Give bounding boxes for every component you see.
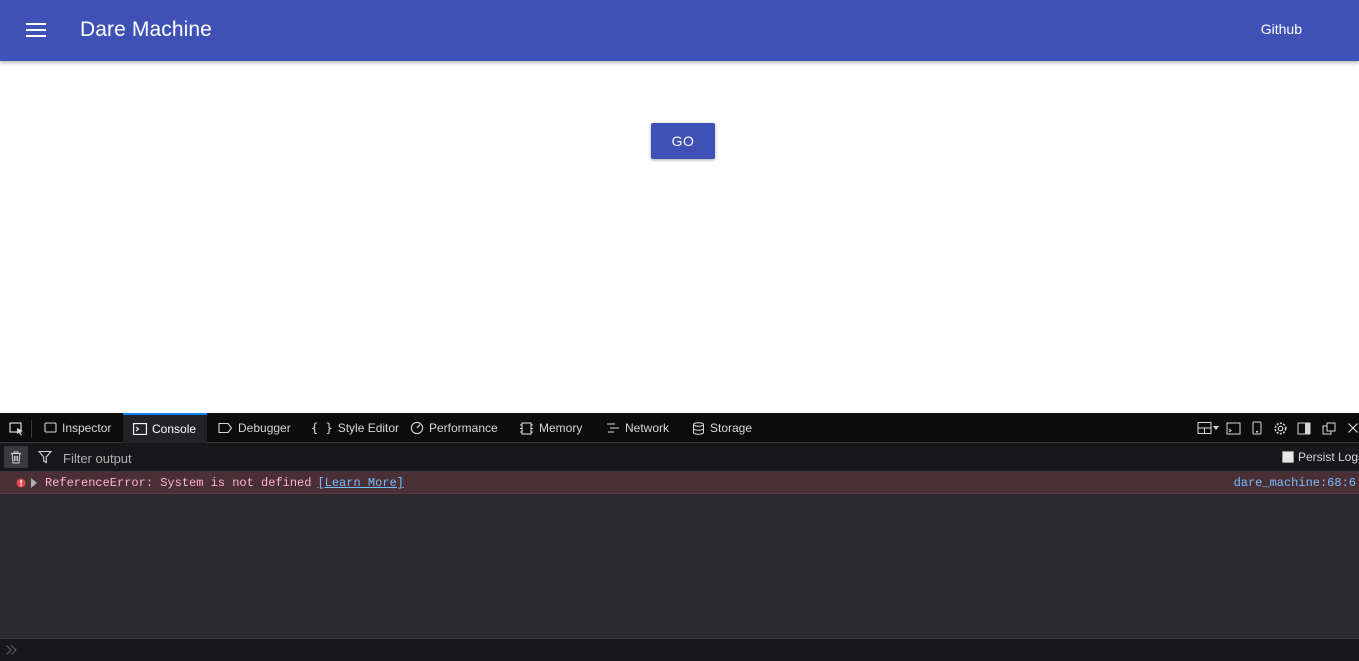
tab-network-label: Network <box>625 421 670 435</box>
tab-memory[interactable]: Memory <box>519 413 582 443</box>
responsive-design-icon <box>1252 421 1262 435</box>
close-icon <box>1347 423 1358 433</box>
clear-console-button[interactable] <box>4 446 28 468</box>
gear-icon <box>1274 422 1286 434</box>
performance-icon <box>410 421 424 435</box>
debugger-icon <box>218 422 233 434</box>
tab-inspector[interactable]: Inspector <box>44 413 111 443</box>
memory-icon <box>520 421 533 435</box>
console-js-input[interactable] <box>22 640 1342 660</box>
filter-icon <box>38 450 52 464</box>
tab-inspector-label: Inspector <box>62 421 112 435</box>
page-content: GO <box>0 61 1359 413</box>
tab-network[interactable]: Network <box>606 413 669 443</box>
chevron-double-right-icon <box>6 645 17 655</box>
error-message: ReferenceError: System is not defined <box>45 476 312 490</box>
menu-button[interactable] <box>20 14 52 46</box>
tab-debugger-label: Debugger <box>238 421 291 435</box>
console-input-row <box>0 638 1359 661</box>
error-source-file: dare_machine <box>1233 476 1320 490</box>
inspector-icon <box>44 422 57 433</box>
tab-style-editor-label: Style Editor <box>337 421 400 435</box>
app-title: Dare Machine <box>80 18 212 41</box>
tab-storage[interactable]: Storage <box>692 413 752 443</box>
element-picker-icon <box>8 422 23 436</box>
console-icon <box>133 423 147 435</box>
error-message-text: ReferenceError: System is not defined [Le… <box>45 472 404 494</box>
error-source-link[interactable]: dare_machine:68:6 <box>1234 472 1356 494</box>
tab-storage-label: Storage <box>710 421 753 435</box>
storage-icon <box>693 421 704 435</box>
trash-icon <box>11 451 21 463</box>
expand-arrow-icon[interactable] <box>31 478 37 488</box>
tab-console[interactable]: Console <box>123 413 207 443</box>
split-console-icon <box>1226 422 1240 434</box>
console-message-error: ReferenceError: System is not defined [Le… <box>0 472 1359 494</box>
persist-logs-checkbox[interactable]: Persist Logs <box>1282 450 1359 464</box>
error-icon <box>16 478 26 488</box>
error-source-line: :68:6 <box>1319 476 1356 490</box>
separate-window-icon <box>1322 422 1336 434</box>
console-output: ReferenceError: System is not defined [Le… <box>0 472 1359 638</box>
tab-performance[interactable]: Performance <box>410 413 498 443</box>
style-editor-icon: { } <box>311 421 333 435</box>
frame-select-button[interactable] <box>1197 420 1221 436</box>
element-picker-button[interactable] <box>6 420 32 438</box>
dock-side-icon <box>1297 422 1311 434</box>
devtools-panel: Inspector Console Debugger { } Style Edi… <box>0 413 1359 661</box>
filter-output-input[interactable] <box>58 447 1258 469</box>
dock-side-button[interactable] <box>1297 420 1311 436</box>
persist-logs-box[interactable] <box>1282 451 1294 463</box>
app-bar: Dare Machine Github <box>0 0 1359 61</box>
tab-memory-label: Memory <box>539 421 583 435</box>
layout-dropdown-icon <box>1197 422 1219 434</box>
tab-debugger[interactable]: Debugger <box>218 413 291 443</box>
responsive-design-button[interactable] <box>1251 420 1263 436</box>
tab-style-editor[interactable]: { } Style Editor <box>311 413 399 443</box>
go-button[interactable]: GO <box>651 123 715 159</box>
github-link[interactable]: Github <box>1261 20 1302 38</box>
tab-console-label: Console <box>152 422 197 436</box>
separate-window-button[interactable] <box>1322 420 1336 436</box>
devtools-tab-bar: Inspector Console Debugger { } Style Edi… <box>0 413 1359 443</box>
learn-more-link[interactable]: [Learn More] <box>317 476 403 490</box>
settings-button[interactable] <box>1272 420 1288 436</box>
network-icon <box>607 423 619 433</box>
tab-performance-label: Performance <box>429 421 498 435</box>
hamburger-menu-icon <box>26 23 46 37</box>
persist-logs-label: Persist Logs <box>1298 450 1359 464</box>
console-toolbar: Persist Logs <box>0 443 1359 472</box>
split-console-button[interactable] <box>1225 420 1241 436</box>
close-devtools-button[interactable] <box>1346 420 1359 436</box>
